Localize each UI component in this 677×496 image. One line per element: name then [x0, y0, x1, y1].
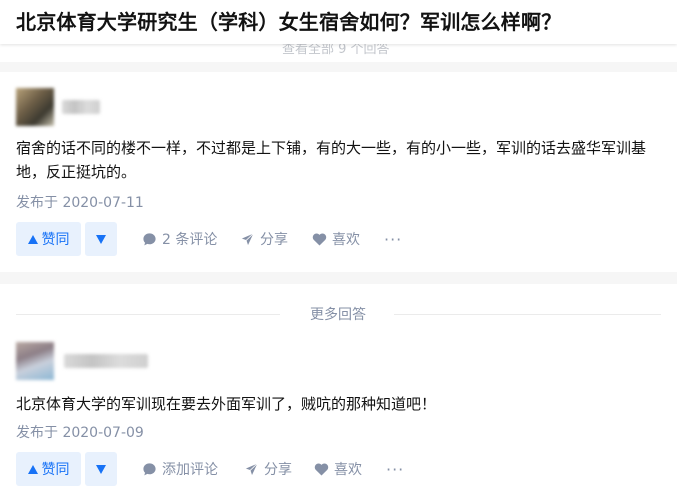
author-name-blurred[interactable] [64, 354, 148, 368]
triangle-up-icon [27, 464, 38, 474]
heart-icon [314, 462, 329, 476]
publish-date[interactable]: 发布于 2020-07-11 [16, 192, 144, 212]
vote-up-label: 赞同 [41, 232, 70, 248]
answer-actions: 赞同 2 条评论 分享 喜欢 ··· [16, 222, 656, 256]
like-button[interactable]: 喜欢 [312, 222, 360, 256]
comment-label: 添加评论 [162, 462, 218, 478]
answer-content[interactable]: 宿舍的话不同的楼不一样，不过都是上下铺，有的大一些，有的小一些，军训的话去盛华军… [16, 136, 664, 184]
question-header: 北京体育大学研究生（学科）女生宿舍如何？军训怎么样啊？ [0, 0, 677, 44]
more-options-button[interactable]: ··· [386, 452, 404, 486]
share-label: 分享 [264, 462, 292, 478]
more-answers-label: 更多回答 [310, 307, 366, 323]
share-plane-icon [240, 231, 255, 247]
more-options-button[interactable]: ··· [384, 222, 402, 256]
like-button[interactable]: 喜欢 [314, 452, 362, 486]
share-label: 分享 [260, 232, 288, 248]
answer-content[interactable]: 北京体育大学的军训现在要去外面军训了，贼吭的那种知道吧！ [16, 392, 664, 416]
vote-up-button[interactable]: 赞同 [16, 452, 81, 486]
view-all-answers-hint[interactable]: 查看全部 9 个回答 [282, 44, 390, 57]
triangle-up-icon [27, 234, 38, 244]
triangle-down-icon [96, 234, 106, 244]
share-button[interactable]: 分享 [244, 452, 292, 486]
answer-card: 宿舍的话不同的楼不一样，不过都是上下铺，有的大一些，有的小一些，军训的话去盛华军… [0, 72, 677, 272]
vote-up-button[interactable]: 赞同 [16, 222, 81, 256]
like-label: 喜欢 [332, 232, 360, 248]
avatar[interactable] [16, 342, 54, 380]
divider-line [394, 314, 661, 315]
more-dots-icon: ··· [384, 229, 403, 249]
comment-label: 2 条评论 [162, 232, 218, 248]
comment-icon [142, 232, 157, 247]
collapsed-answers-strip: 查看全部 9 个回答 [0, 44, 677, 62]
vote-up-label: 赞同 [41, 462, 70, 478]
author-name-blurred[interactable] [62, 100, 100, 114]
like-label: 喜欢 [334, 462, 362, 478]
more-answers-divider: 更多回答 [0, 300, 677, 330]
vote-down-button[interactable] [85, 452, 117, 486]
avatar[interactable] [16, 88, 54, 126]
comment-button[interactable]: 2 条评论 [142, 222, 217, 256]
comment-icon [142, 462, 157, 477]
heart-icon [312, 232, 327, 246]
answer-actions: 赞同 添加评论 分享 喜欢 ··· [16, 452, 656, 486]
share-button[interactable]: 分享 [240, 222, 288, 256]
add-comment-button[interactable]: 添加评论 [142, 452, 218, 486]
answer-card: 更多回答 北京体育大学的军训现在要去外面军训了，贼吭的那种知道吧！ 发布于 20… [0, 284, 677, 496]
vote-down-button[interactable] [85, 222, 117, 256]
triangle-down-icon [96, 464, 106, 474]
publish-date[interactable]: 发布于 2020-07-09 [16, 422, 144, 442]
more-dots-icon: ··· [386, 459, 405, 479]
share-plane-icon [244, 461, 259, 477]
question-title[interactable]: 北京体育大学研究生（学科）女生宿舍如何？军训怎么样啊？ [16, 6, 561, 35]
divider-line [16, 314, 280, 315]
